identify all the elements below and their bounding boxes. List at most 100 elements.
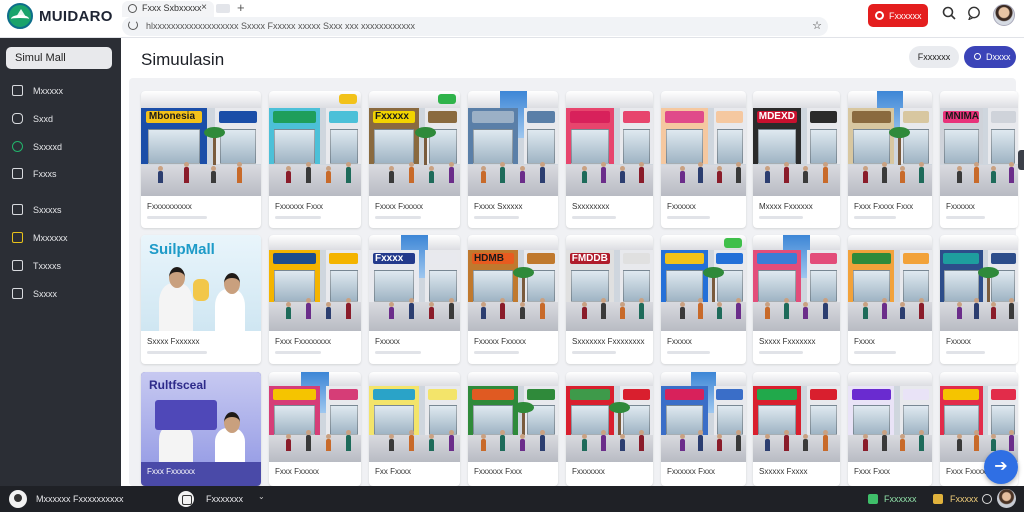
simulation-card[interactable]: Rultfsceal Fxxx Fxxxxxx — [141, 372, 261, 486]
simulation-card[interactable]: Fxxxxx — [661, 235, 746, 364]
shopper-figure — [735, 298, 741, 320]
arrow-right-icon[interactable]: ➔ — [984, 450, 1018, 484]
simulation-card[interactable]: MDEXD Mxxxx Fxxxxxx — [753, 91, 840, 228]
card-thumbnail[interactable] — [269, 372, 361, 462]
simulation-card[interactable]: Fxxxx — [848, 235, 932, 364]
app-logo[interactable] — [7, 3, 33, 29]
sidebar-item-1[interactable]: Mxxxxx — [0, 82, 121, 104]
card-thumbnail[interactable] — [566, 91, 653, 196]
card-thumbnail[interactable]: Fxxxxx — [369, 91, 460, 196]
card-thumbnail[interactable] — [753, 235, 840, 331]
sidebar-item-6[interactable]: Mxxxxxx — [0, 229, 121, 251]
mall-ceiling — [940, 235, 1018, 251]
chat-icon[interactable] — [965, 6, 983, 24]
sidebar-item-8[interactable]: Sxxxx — [0, 285, 121, 307]
card-thumbnail[interactable] — [269, 91, 361, 196]
simulation-card[interactable]: Fxxx Fxxxx Fxxx — [848, 91, 932, 228]
card-thumbnail[interactable]: Mbonesia — [141, 91, 261, 196]
sidebar-item-4[interactable]: Fxxxs — [0, 165, 121, 187]
address-bar[interactable]: hlxxxxxxxxxxxxxxxxxxx Sxxxx Fxxxxx xxxxx… — [122, 17, 828, 36]
simulation-card[interactable]: Mbonesia Fxxxxxxxxxx — [141, 91, 261, 228]
simulation-card[interactable]: HDMB Fxxxxx Fxxxxx — [468, 235, 558, 364]
card-thumbnail[interactable] — [566, 372, 653, 462]
shopper-figure — [210, 166, 216, 184]
user-avatar[interactable] — [993, 4, 1015, 26]
primary-button[interactable]: Dxxxx — [964, 46, 1016, 68]
profile-icon[interactable] — [9, 490, 27, 508]
card-thumbnail[interactable] — [753, 372, 840, 462]
sidebar-main-item[interactable]: Simul Mall — [6, 47, 112, 69]
taskbar-mid-text[interactable]: Fxxxxxxx — [206, 494, 243, 504]
search-icon[interactable] — [940, 6, 958, 24]
card-thumbnail[interactable]: MDEXD — [753, 91, 840, 196]
simulation-card[interactable]: FMDDB Sxxxxxxx Fxxxxxxxx — [566, 235, 653, 364]
shopper-figure — [957, 434, 963, 452]
store-sign — [273, 252, 316, 265]
new-tab-button[interactable]: + — [237, 0, 245, 15]
account-icon[interactable] — [982, 494, 992, 504]
mall-ceiling — [141, 91, 261, 108]
card-thumbnail[interactable]: MNIMA — [940, 91, 1018, 196]
card-thumbnail[interactable] — [940, 372, 1018, 462]
card-thumbnail[interactable] — [468, 372, 558, 462]
card-thumbnail[interactable]: Rultfsceal — [141, 372, 261, 462]
card-thumbnail[interactable] — [661, 91, 746, 196]
card-thumbnail[interactable] — [848, 372, 932, 462]
chevron-down-icon[interactable]: ⌄ — [258, 492, 265, 501]
card-thumbnail[interactable] — [848, 235, 932, 331]
sidebar-item-5[interactable]: Sxxxxs — [0, 201, 121, 223]
simulation-card[interactable]: Fxxxx Sxxxxx — [468, 91, 558, 228]
star-icon[interactable]: ☆ — [812, 19, 822, 32]
simulation-card[interactable]: Fxxxxx — [940, 235, 1018, 364]
user-avatar-small[interactable] — [997, 489, 1016, 508]
simulation-card[interactable]: Fxxxxxx Fxxx — [468, 372, 558, 486]
shopper-figure — [520, 302, 526, 320]
card-thumbnail[interactable] — [661, 235, 746, 331]
simulation-card[interactable]: Sxxxx Fxxxxxxx — [753, 235, 840, 364]
shopper-figure — [918, 162, 924, 184]
sidebar-item-2[interactable]: Sxxd — [0, 110, 121, 132]
shopper-figure — [639, 298, 645, 320]
inactive-tab[interactable] — [216, 4, 230, 13]
card-thumbnail[interactable] — [468, 91, 558, 196]
simulation-card[interactable]: Fxxx Fxxxxxxxx — [269, 235, 361, 364]
simulation-card[interactable]: Fxxxxxx — [661, 91, 746, 228]
simulation-card[interactable]: Fxxxxxx Fxxx — [661, 372, 746, 486]
simulation-card[interactable]: Sxxxxx Fxxxx — [753, 372, 840, 486]
simulation-card[interactable]: Fxxxx Fxxxxx — [369, 235, 460, 364]
simulation-card[interactable]: SuilpMall Sxxxx Fxxxxxx — [141, 235, 261, 364]
side-drawer-handle[interactable] — [1018, 150, 1024, 170]
sidebar-item-3[interactable]: Sxxxxd — [0, 138, 121, 160]
shopper-figure — [389, 166, 395, 184]
simulation-card[interactable]: Fxxx Fxxx — [848, 372, 932, 486]
close-icon[interactable]: × — [201, 2, 207, 13]
secondary-button[interactable]: Fxxxxxx — [909, 46, 959, 68]
reload-icon[interactable] — [128, 20, 138, 30]
card-thumbnail[interactable] — [661, 372, 746, 462]
record-button[interactable]: Fxxxxxx — [868, 4, 928, 27]
simulation-card[interactable]: Fxxxxx Fxxxx Fxxxxx — [369, 91, 460, 228]
store-sign — [902, 388, 930, 400]
simulation-card[interactable]: Fxx Fxxxx — [369, 372, 460, 486]
simulation-card[interactable]: Fxxxxxx Fxxx — [269, 91, 361, 228]
app-switcher-icon[interactable] — [178, 491, 194, 507]
browser-tab[interactable]: Fxxx Sxbxxxxx × — [122, 1, 214, 17]
card-caption: Fxxx Fxxxx — [946, 467, 986, 476]
card-caption: Fxx Fxxxx — [375, 467, 411, 476]
simulation-card[interactable]: MNIMA Fxxxxxx — [940, 91, 1018, 228]
sidebar-item-7[interactable]: Txxxxs — [0, 257, 121, 279]
card-thumbnail[interactable]: FMDDB — [566, 235, 653, 331]
card-thumbnail[interactable] — [940, 235, 1018, 331]
shopper-figure — [346, 430, 352, 452]
card-thumbnail[interactable] — [848, 91, 932, 196]
card-thumbnail[interactable]: Fxxxx — [369, 235, 460, 331]
card-thumbnail[interactable]: SuilpMall — [141, 235, 261, 331]
simulation-card[interactable]: Fxxxxxxx — [566, 372, 653, 486]
card-thumbnail[interactable] — [269, 235, 361, 331]
card-thumbnail[interactable] — [369, 372, 460, 462]
card-thumbnail[interactable]: HDMB — [468, 235, 558, 331]
simulation-card[interactable]: Fxxx Fxxxxx — [269, 372, 361, 486]
shopper-figure — [600, 162, 606, 184]
simulation-card[interactable]: Sxxxxxxxx — [566, 91, 653, 228]
shop-window — [274, 270, 315, 303]
